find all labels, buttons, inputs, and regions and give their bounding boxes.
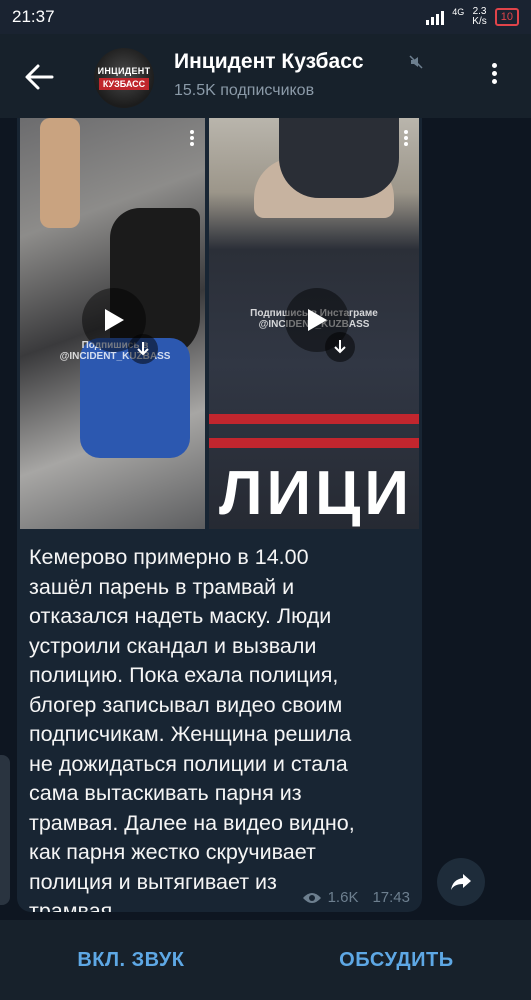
muted-icon bbox=[409, 55, 423, 69]
status-icons: 4G 2.3 K/s 10 bbox=[426, 7, 519, 27]
video-1-figure-leg bbox=[40, 118, 80, 228]
view-count: 1.6K bbox=[327, 889, 359, 906]
video-2-menu-icon[interactable] bbox=[403, 128, 409, 148]
video-2-uniform-stripe bbox=[209, 414, 419, 424]
more-options-icon[interactable] bbox=[484, 60, 504, 94]
download-icon bbox=[137, 342, 149, 356]
post-meta: 1.6K 17:43 bbox=[302, 889, 410, 906]
channel-header: ИНЦИДЕНТ КУЗБАСС Инцидент Кузбасс 15.5K … bbox=[0, 34, 531, 118]
status-bar: 21:37 4G 2.3 K/s 10 bbox=[0, 0, 531, 34]
channel-post[interactable]: Подпишись в @INCIDENT_KUZBASS ЛИЦИ Подпи… bbox=[17, 118, 422, 912]
network-speed: 2.3 K/s bbox=[472, 7, 486, 27]
play-icon bbox=[308, 309, 327, 331]
signal-icon bbox=[426, 9, 445, 25]
download-button-2[interactable] bbox=[325, 332, 355, 362]
subscriber-count: 15.5K подписчиков bbox=[174, 82, 315, 99]
post-text: Кемерово примерно в 14.00 зашёл парень в… bbox=[29, 545, 355, 912]
video-2-uniform-stripe-2 bbox=[209, 438, 419, 448]
download-button-1[interactable] bbox=[128, 334, 158, 364]
bottom-action-bar: ВКЛ. ЗВУК ОБСУДИТЬ bbox=[0, 920, 531, 1000]
avatar-text-top: ИНЦИДЕНТ bbox=[97, 66, 151, 76]
video-1-menu-icon[interactable] bbox=[189, 128, 195, 148]
play-icon bbox=[105, 309, 124, 331]
avatar-text-bottom: КУЗБАСС bbox=[98, 78, 150, 90]
download-icon bbox=[334, 340, 346, 354]
video-2-overlay-text: ЛИЦИ bbox=[219, 459, 413, 528]
battery-icon: 10 bbox=[494, 8, 519, 26]
views-eye-icon bbox=[302, 892, 321, 903]
back-arrow-icon[interactable] bbox=[22, 60, 56, 94]
network-type: 4G bbox=[452, 7, 465, 17]
status-time: 21:37 bbox=[12, 7, 55, 26]
share-button[interactable] bbox=[437, 858, 485, 906]
share-arrow-icon bbox=[451, 874, 471, 890]
channel-avatar[interactable]: ИНЦИДЕНТ КУЗБАСС bbox=[94, 48, 154, 108]
network-speed-unit: K/s bbox=[472, 16, 487, 27]
discuss-button[interactable]: ОБСУДИТЬ bbox=[339, 949, 454, 972]
video-thumbnail-2[interactable]: ЛИЦИ Подпишись в Инстаграме @INCIDENT_KU… bbox=[209, 118, 419, 529]
video-2-figure-cap bbox=[279, 118, 399, 198]
unmute-button[interactable]: ВКЛ. ЗВУК bbox=[77, 949, 184, 972]
post-time: 17:43 bbox=[372, 889, 410, 906]
video-thumbnail-1[interactable]: Подпишись в @INCIDENT_KUZBASS bbox=[20, 118, 205, 529]
channel-title[interactable]: Инцидент Кузбасс bbox=[174, 50, 364, 74]
video-1-watermark-line2: @INCIDENT_KUZBASS bbox=[59, 351, 171, 362]
side-edge-handle[interactable] bbox=[0, 755, 10, 905]
